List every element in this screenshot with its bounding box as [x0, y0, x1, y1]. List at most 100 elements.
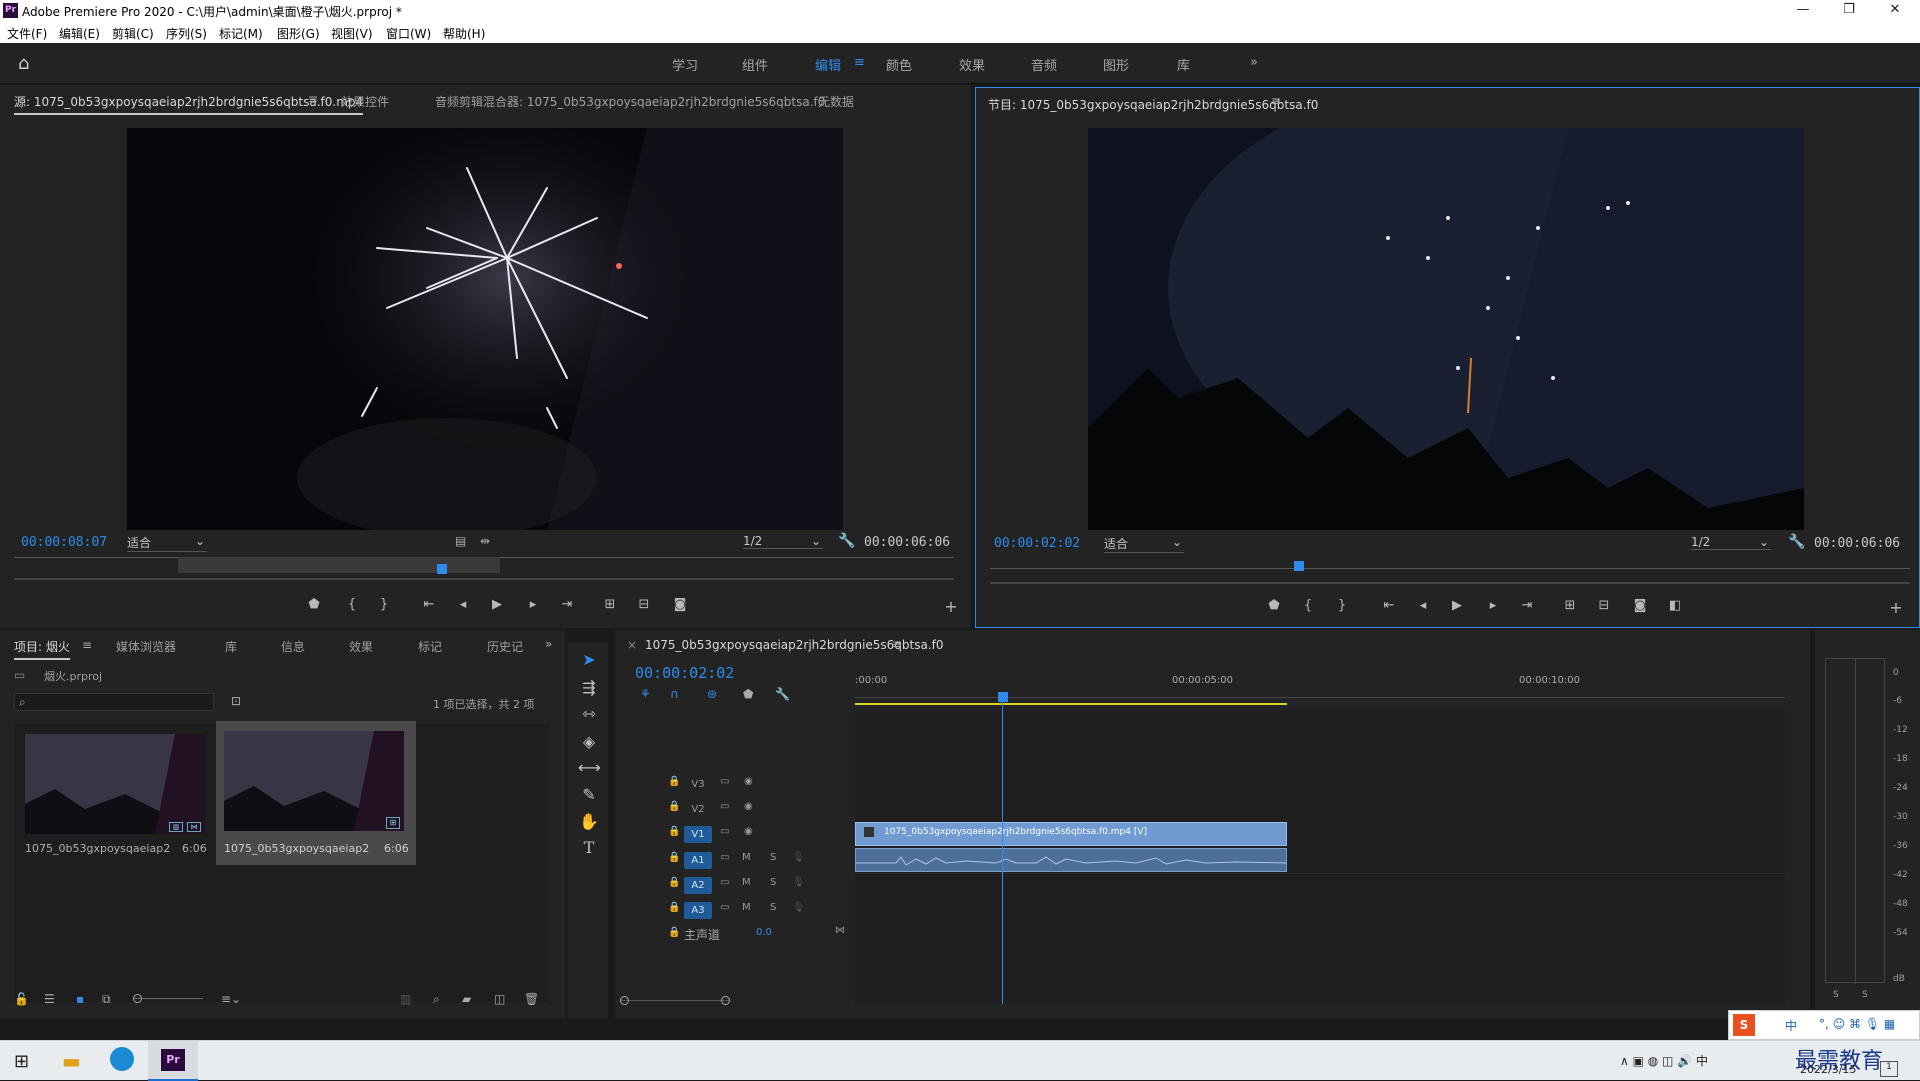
sync-lock-icon[interactable]: ▭ [720, 826, 729, 837]
tab-info[interactable]: 信息 [281, 638, 305, 655]
step-back-icon[interactable]: ◂ [1412, 598, 1434, 613]
workspace-color[interactable]: 颜色 [886, 55, 912, 74]
menu-window[interactable]: 窗口(W) [386, 25, 431, 42]
sync-lock-icon[interactable]: ▭ [720, 801, 729, 812]
go-to-in-icon[interactable]: ⇤ [418, 597, 440, 612]
video-clip[interactable]: 1075_0b53gxpoysqaeiap2rjh2brdgnie5s6qbts… [855, 822, 1287, 846]
track-name[interactable]: A2 [684, 877, 712, 894]
notification-icon[interactable]: 1 [1880, 1061, 1898, 1077]
add-marker-icon[interactable]: ⬟ [743, 687, 753, 701]
track-name[interactable]: V2 [684, 801, 712, 818]
panel-menu-icon[interactable]: ≡ [1271, 94, 1281, 108]
time-ruler[interactable] [855, 690, 1785, 698]
menu-graphics[interactable]: 图形(G) [277, 25, 320, 42]
ime-tools-icon[interactable]: °, ☺ ⌘ 🎙 ▦ [1819, 1017, 1895, 1031]
mark-out-icon[interactable]: } [373, 597, 395, 612]
export-frame-icon[interactable]: ◙ [669, 597, 691, 612]
mute-button[interactable]: M [742, 902, 751, 913]
close-button[interactable]: ✕ [1872, 0, 1918, 22]
track-name[interactable]: V3 [684, 776, 712, 793]
program-zoom-bar[interactable] [990, 582, 1910, 584]
insert-icon[interactable]: ⊞ [599, 597, 621, 612]
minimize-button[interactable]: — [1780, 0, 1826, 22]
track-name[interactable]: A1 [684, 852, 712, 869]
workspace-overflow-icon[interactable]: » [1250, 55, 1258, 70]
go-to-in-icon[interactable]: ⇤ [1378, 598, 1400, 613]
timeline-playhead-handle[interactable] [998, 692, 1008, 702]
program-resolution-dropdown[interactable]: 1/2 ⌄ [1691, 535, 1771, 550]
comparison-view-icon[interactable]: ◧ [1664, 598, 1686, 613]
mute-button[interactable]: M [742, 852, 751, 863]
extract-icon[interactable]: ⊟ [1593, 598, 1615, 613]
lock-icon[interactable]: 🔓 [14, 992, 29, 1006]
program-playhead[interactable] [1293, 561, 1304, 571]
master-volume[interactable]: 0.0 [756, 927, 772, 938]
source-timecode[interactable]: 00:00:08:07 [21, 535, 107, 550]
microphone-icon[interactable]: 🎙 [792, 877, 805, 888]
sync-lock-icon[interactable]: ▭ [720, 776, 729, 787]
menu-file[interactable]: 文件(F) [7, 25, 47, 42]
menu-sequence[interactable]: 序列(S) [166, 25, 207, 42]
nest-icon[interactable]: ⚘ [640, 687, 651, 701]
zoom-handle[interactable] [133, 994, 142, 1003]
zoom-handle[interactable] [620, 996, 629, 1005]
panel-menu-icon[interactable]: ≡ [892, 637, 902, 651]
tab-libraries[interactable]: 库 [225, 638, 237, 655]
find-icon[interactable]: ⌕ [433, 992, 440, 1007]
source-in-out-range[interactable] [178, 557, 500, 573]
new-bin-icon[interactable]: ▰ [462, 992, 471, 1006]
lock-icon[interactable]: 🔒 [668, 776, 680, 787]
sequence-thumbnail[interactable]: ⊞ [224, 731, 404, 831]
project-item[interactable]: ▥ ⋈ 1075_0b53gxpoysqaeiap2rjh... 6:06 [14, 724, 214, 868]
workspace-graphics[interactable]: 图形 [1103, 55, 1129, 74]
project-search-input[interactable]: ⌕ [14, 693, 214, 711]
track-name[interactable]: A3 [684, 902, 712, 919]
play-icon[interactable]: ▶ [486, 597, 508, 612]
step-back-icon[interactable]: ◂ [452, 597, 474, 612]
tab-project[interactable]: 项目: 烟火 [14, 638, 70, 660]
source-drag-icon[interactable]: ⇹ [480, 534, 490, 548]
wrench-icon[interactable]: 🔧 [838, 533, 855, 549]
play-icon[interactable]: ▶ [1446, 598, 1468, 613]
go-to-out-icon[interactable]: ⇥ [556, 597, 578, 612]
tray-date[interactable]: 2022/3/15 [1800, 1063, 1856, 1076]
type-tool-icon[interactable]: T [578, 838, 600, 857]
solo-right-button[interactable]: S [1862, 990, 1868, 1000]
automate-icon[interactable]: ▥ [400, 992, 411, 1006]
workspace-menu-icon[interactable]: ≡ [854, 55, 865, 70]
source-playhead[interactable] [437, 564, 447, 574]
export-frame-icon[interactable]: ◙ [1629, 598, 1651, 613]
panel-menu-icon[interactable]: ≡ [308, 92, 318, 106]
workspace-learn[interactable]: 学习 [672, 55, 698, 74]
program-timecode[interactable]: 00:00:02:02 [994, 536, 1080, 551]
microphone-icon[interactable]: 🎙 [792, 902, 805, 913]
windows-start-icon[interactable]: ⊞ [14, 1051, 29, 1072]
project-item-selected[interactable]: ⊞ 1075_0b53gxpoysqaeiap2rjh... 6:06 [216, 721, 416, 865]
eye-icon[interactable]: ◉ [744, 776, 753, 787]
restore-button[interactable]: ❐ [1826, 0, 1872, 22]
icon-view-icon[interactable]: ▪ [76, 992, 84, 1006]
overwrite-icon[interactable]: ⊟ [633, 597, 655, 612]
workspace-audio[interactable]: 音频 [1031, 55, 1057, 74]
eye-icon[interactable]: ◉ [744, 826, 753, 837]
lock-icon[interactable]: 🔒 [668, 877, 680, 888]
slip-tool-icon[interactable]: ⟷ [578, 758, 601, 777]
tabs-overflow-icon[interactable]: » [545, 637, 552, 651]
linked-selection-icon[interactable]: ⊛ [707, 687, 717, 701]
tab-metadata[interactable]: 元数据 [818, 93, 854, 110]
tab-audio-clip-mixer[interactable]: 音频剪辑混合器: 1075_0b53gxpoysqaeiap2rjh2brdgn… [435, 93, 825, 110]
tab-markers[interactable]: 标记 [418, 638, 442, 655]
tab-media-browser[interactable]: 媒体浏览器 [116, 638, 176, 655]
close-tab-icon[interactable]: × [627, 638, 637, 652]
snap-icon[interactable]: ∩ [670, 687, 679, 701]
solo-button[interactable]: S [770, 877, 776, 888]
tab-effect-controls[interactable]: 效果控件 [341, 93, 389, 110]
source-video-frame[interactable] [127, 128, 843, 530]
button-editor-icon[interactable]: + [1885, 598, 1907, 617]
mark-in-icon[interactable]: { [1297, 598, 1319, 613]
audio-clip[interactable] [855, 848, 1287, 872]
menu-marker[interactable]: 标记(M) [219, 25, 263, 42]
timeline-timecode[interactable]: 00:00:02:02 [635, 664, 734, 682]
source-resolution-dropdown[interactable]: 1/2 ⌄ [743, 534, 823, 549]
mark-in-icon[interactable]: { [341, 597, 363, 612]
